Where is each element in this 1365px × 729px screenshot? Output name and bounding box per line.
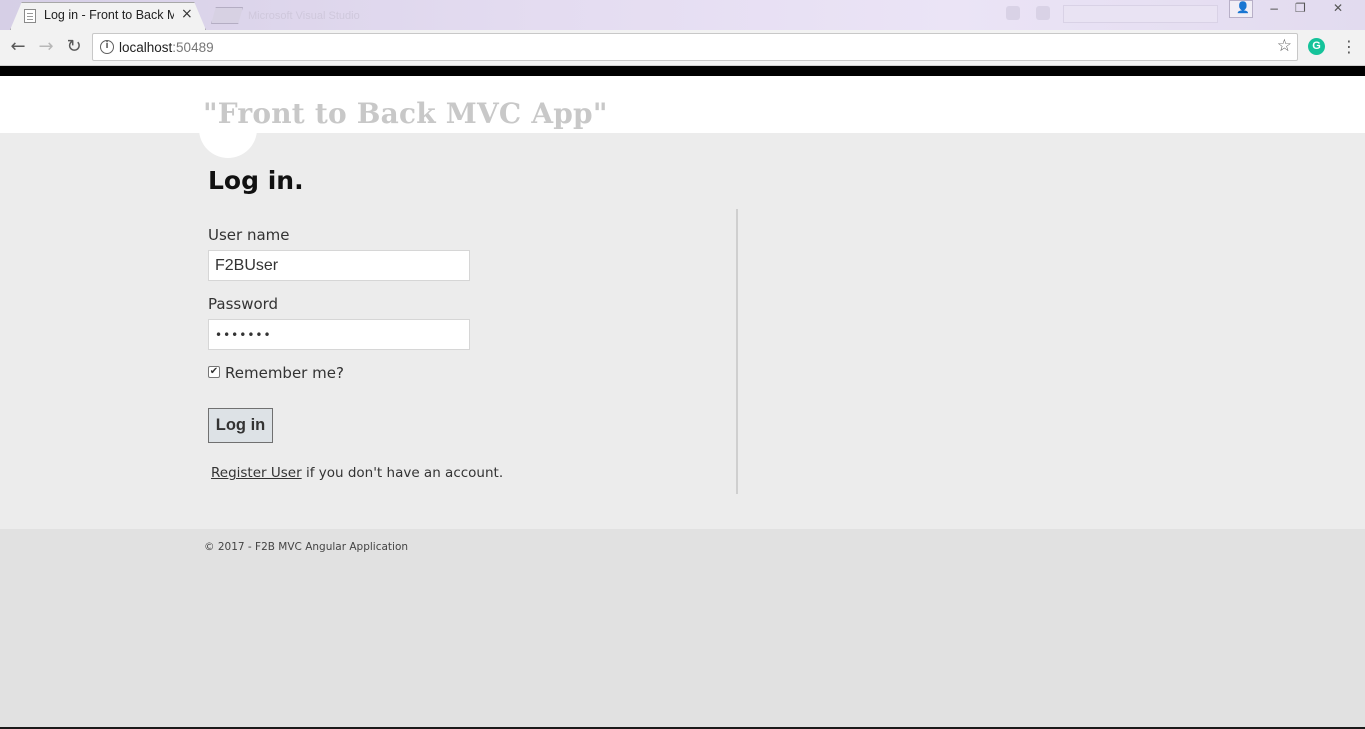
register-user-link[interactable]: Register User bbox=[211, 465, 302, 481]
browser-tab-content[interactable]: Log in - Front to Back MVC App × bbox=[10, 2, 206, 30]
register-suffix: if you don't have an account. bbox=[301, 465, 504, 481]
page-top-bar bbox=[0, 66, 1365, 76]
bookmark-star-icon[interactable]: ☆ bbox=[1277, 36, 1292, 56]
password-input[interactable] bbox=[208, 319, 470, 350]
login-button[interactable]: Log in bbox=[208, 408, 273, 443]
browser-titlebar: Log in - Front to Back MVC App × Microso… bbox=[0, 0, 1365, 30]
browser-menu-icon[interactable]: ⋮ bbox=[1341, 37, 1357, 57]
tab-title: Log in - Front to Back MVC App bbox=[44, 8, 174, 22]
minimize-icon[interactable]: − bbox=[1269, 2, 1279, 16]
url-text[interactable]: localhost:50489 bbox=[119, 40, 214, 55]
forward-icon[interactable]: → bbox=[35, 36, 57, 58]
remember-me-checkbox[interactable]: ✔ bbox=[208, 366, 220, 378]
site-title[interactable]: "Front to Back MVC App" bbox=[203, 97, 608, 130]
main-content bbox=[0, 133, 1365, 529]
new-tab-button[interactable] bbox=[211, 7, 243, 24]
url-port: :50489 bbox=[172, 40, 214, 55]
back-icon[interactable]: ← bbox=[7, 36, 29, 58]
remember-me-label[interactable]: Remember me? bbox=[225, 364, 344, 382]
page-title: Log in. bbox=[208, 166, 304, 195]
address-bar[interactable]: i localhost:50489 ☆ bbox=[92, 33, 1298, 61]
filter-icon bbox=[1036, 6, 1050, 20]
footer-copyright: © 2017 - F2B MVC Angular Application bbox=[204, 541, 409, 553]
tab-close-icon[interactable]: × bbox=[181, 6, 193, 22]
browser-toolbar: ← → ↻ i localhost:50489 ☆ G ⋮ bbox=[0, 30, 1365, 66]
register-prompt: Register User if you don't have an accou… bbox=[211, 465, 503, 481]
background-window-title: Microsoft Visual Studio bbox=[248, 10, 360, 22]
password-label: Password bbox=[208, 295, 279, 313]
url-host: localhost bbox=[119, 40, 173, 55]
profile-button[interactable]: 👤 bbox=[1229, 0, 1253, 18]
column-divider bbox=[736, 209, 738, 494]
username-input[interactable] bbox=[208, 250, 470, 281]
grammarly-extension-icon[interactable]: G bbox=[1308, 38, 1325, 55]
feedback-icon bbox=[1006, 6, 1020, 20]
restore-icon[interactable]: ❐ bbox=[1295, 1, 1306, 15]
site-info-icon[interactable]: i bbox=[100, 40, 114, 54]
profile-icon: 👤 bbox=[1236, 1, 1250, 14]
username-label: User name bbox=[208, 226, 290, 244]
reload-icon[interactable]: ↻ bbox=[63, 36, 85, 58]
close-window-icon[interactable]: ✕ bbox=[1333, 1, 1343, 15]
background-quick-launch bbox=[1063, 5, 1218, 23]
page-favicon-icon bbox=[24, 9, 36, 23]
